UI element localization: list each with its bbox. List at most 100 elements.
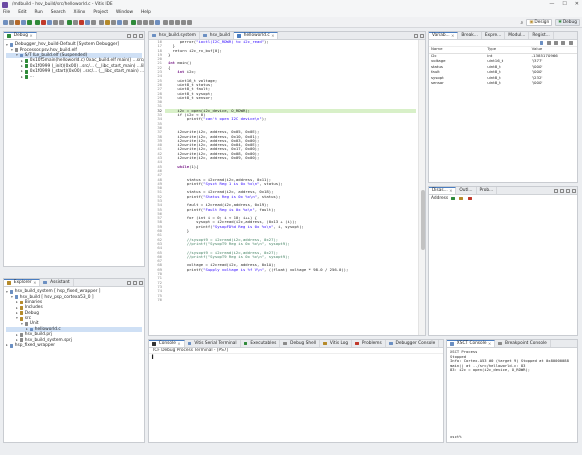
close-icon[interactable]: ✕	[29, 33, 32, 39]
maximize-icon[interactable]	[420, 34, 424, 38]
toolbar-button-icon[interactable]	[15, 19, 20, 25]
tab-breakpoint-console[interactable]: Breakpoint Console	[495, 340, 551, 347]
minimize-icon[interactable]	[133, 34, 137, 38]
toolbar-button-icon[interactable]	[67, 19, 72, 25]
menu-run[interactable]: Run	[35, 10, 43, 15]
toolbar-button-icon[interactable]	[41, 19, 46, 25]
expand-arrow-icon[interactable]: ▾	[21, 322, 25, 326]
tab-breakpoints[interactable]: Break...	[458, 32, 482, 39]
toolbar-button-icon[interactable]	[123, 19, 128, 25]
xsct-prompt[interactable]: xsct%	[450, 435, 461, 440]
tab-console-2[interactable]: Executables	[241, 340, 281, 347]
tab-problems-small[interactable]: Prob...	[477, 187, 498, 194]
variable-row[interactable]: sensor uint8_t '\000'	[429, 81, 577, 87]
minimize-icon[interactable]	[414, 34, 418, 38]
tab-modules[interactable]: Modul...	[505, 32, 530, 39]
expand-arrow-icon[interactable]: ▸	[16, 311, 20, 315]
tab-variables[interactable]: Variab... ✕	[429, 32, 459, 39]
close-icon[interactable]: ✕	[451, 33, 454, 39]
toolbar-button-icon[interactable]	[53, 19, 58, 25]
menu-search[interactable]: Search	[51, 10, 66, 15]
go-icon[interactable]	[451, 196, 455, 201]
expand-arrow-icon[interactable]: ▸	[16, 333, 20, 337]
maximize-icon[interactable]	[572, 189, 576, 193]
expand-arrow-icon[interactable]: ▸	[16, 300, 20, 304]
toolbar-button-icon[interactable]	[169, 19, 174, 25]
tab-disassembly[interactable]: Disas... ✕	[429, 187, 457, 194]
toolbar-button-icon[interactable]	[35, 19, 40, 25]
toolbar-button-icon[interactable]	[155, 19, 160, 25]
toolbar-button-icon[interactable]	[117, 19, 122, 25]
minimize-icon[interactable]	[566, 189, 570, 193]
expand-arrow-icon[interactable]: ▸	[21, 75, 25, 79]
menu-window[interactable]: Window	[116, 10, 133, 15]
expand-arrow-icon[interactable]: ▸	[21, 59, 25, 63]
toolbar-button-icon[interactable]	[143, 19, 148, 25]
tab-console-3[interactable]: Debug Shell	[280, 340, 321, 347]
tab-console-0[interactable]: Console ✕	[149, 340, 185, 347]
toolbar-button-icon[interactable]	[149, 19, 154, 25]
tab-xsct-console[interactable]: XSCT Console ✕	[447, 340, 496, 347]
collapse-all-icon[interactable]	[546, 41, 551, 45]
toolbar-button-icon[interactable]	[181, 19, 186, 25]
toolbar-button-icon[interactable]	[131, 19, 136, 25]
expand-arrow-icon[interactable]: ▾	[16, 316, 20, 320]
toolbar-button-icon[interactable]	[27, 19, 32, 25]
toolbar-button-icon[interactable]	[59, 19, 64, 25]
console-output[interactable]: ▌	[149, 354, 443, 361]
tab-registers[interactable]: Regist...	[529, 32, 554, 39]
tab-console-5[interactable]: Problems	[352, 340, 386, 347]
tab-console-4[interactable]: Vitis Log	[320, 340, 353, 347]
menu-project[interactable]: Project	[93, 10, 108, 15]
home-icon[interactable]	[554, 189, 558, 193]
view-menu-icon[interactable]	[554, 41, 558, 45]
expand-arrow-icon[interactable]: ▾	[6, 43, 10, 47]
editor-tab-build[interactable]: hsv_build	[200, 32, 234, 39]
expand-arrow-icon[interactable]: ▾	[11, 48, 15, 52]
tab-debug[interactable]: Debug ✕	[4, 32, 37, 39]
tab-console-1[interactable]: Vitis Serial Terminal	[185, 340, 241, 347]
refresh-icon[interactable]	[459, 196, 464, 201]
expand-arrow-icon[interactable]: ▸	[16, 338, 20, 342]
toolbar-button-icon[interactable]	[21, 19, 26, 25]
toolbar-button-icon[interactable]	[105, 19, 110, 25]
show-type-icon[interactable]	[539, 41, 544, 45]
toolbar-button-icon[interactable]	[111, 19, 116, 25]
tab-outline[interactable]: Outl...	[456, 187, 477, 194]
menu-edit[interactable]: Edit	[18, 10, 26, 15]
tab-console-6[interactable]: Debugger Console	[386, 340, 440, 347]
menu-help[interactable]: Help	[141, 10, 151, 15]
toolbar-button-icon[interactable]	[163, 19, 168, 25]
expand-arrow-icon[interactable]: ▸	[26, 327, 30, 331]
menu-xilinx[interactable]: Xilinx	[74, 10, 86, 15]
expand-arrow-icon[interactable]: ▾	[6, 290, 10, 294]
maximize-button[interactable]: ☐	[562, 1, 566, 7]
toolbar-button-icon[interactable]	[99, 19, 104, 25]
menu-file[interactable]: File	[3, 10, 10, 15]
minimize-icon[interactable]	[133, 281, 137, 285]
close-button[interactable]: ✕	[575, 1, 579, 7]
expand-arrow-icon[interactable]: ▾	[11, 295, 15, 299]
maximize-icon[interactable]	[139, 34, 143, 38]
editor-scrollbar[interactable]	[418, 40, 425, 335]
toolbar-button-icon[interactable]	[137, 19, 142, 25]
toolbar-button-icon[interactable]	[91, 19, 96, 25]
editor-tab-system[interactable]: hsv_build.system	[149, 32, 200, 39]
toolbar-button-icon[interactable]	[73, 19, 78, 25]
expand-arrow-icon[interactable]: ▸	[21, 64, 25, 68]
collapse-icon[interactable]	[127, 34, 131, 38]
close-icon[interactable]: ✕	[271, 33, 274, 39]
toolbar-button-icon[interactable]	[79, 19, 84, 25]
close-icon[interactable]: ✕	[449, 188, 452, 194]
toolbar-button-icon[interactable]	[175, 19, 180, 25]
tab-explorer[interactable]: Explorer ✕	[4, 279, 41, 286]
expand-arrow-icon[interactable]: ▸	[6, 343, 10, 347]
debug-perspective-button[interactable]: ✱ Debug	[555, 19, 580, 26]
tab-assistant[interactable]: Assistant	[40, 279, 74, 286]
debug-item[interactable]: ▸ 0x1f0999 (_start)(0x00) ..src/... (__li…	[6, 69, 144, 74]
close-icon[interactable]: ✕	[177, 341, 180, 347]
minimize-icon[interactable]	[561, 41, 566, 45]
stop-icon[interactable]	[467, 196, 472, 201]
toolbar-button-icon[interactable]	[187, 19, 192, 25]
expand-arrow-icon[interactable]: ▸	[16, 306, 20, 310]
